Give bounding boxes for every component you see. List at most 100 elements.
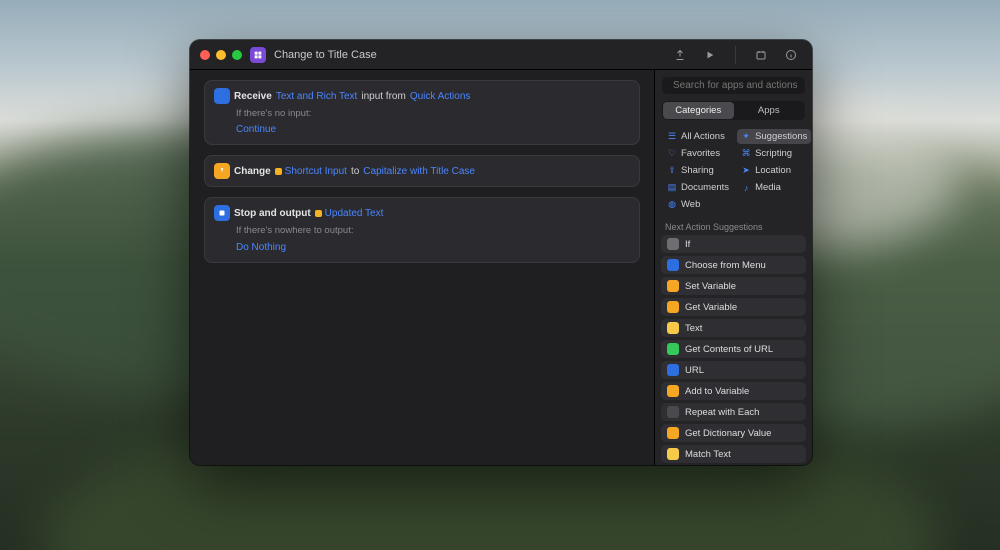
segment-categories[interactable]: Categories — [663, 102, 734, 119]
suggestion-label: Add to Variable — [685, 386, 749, 397]
suggestion-icon — [667, 427, 679, 439]
stop-output-token[interactable]: Updated Text — [315, 206, 384, 221]
suggestion-label: Get Contents of URL — [685, 344, 773, 355]
search-input[interactable] — [673, 80, 805, 91]
category-glyph-icon: ♪ — [741, 183, 751, 193]
suggestion-get-dictionary-value[interactable]: Get Dictionary Value — [661, 424, 806, 442]
toolbar-separator — [735, 46, 736, 64]
suggestion-label: Get Dictionary Value — [685, 428, 771, 439]
suggestion-add-to-variable[interactable]: Add to Variable — [661, 382, 806, 400]
category-glyph-icon: ♡ — [667, 148, 677, 159]
category-media[interactable]: ♪ Media — [737, 180, 811, 195]
category-label: Web — [681, 199, 700, 210]
category-suggestions[interactable]: ✦ Suggestions — [737, 129, 811, 144]
suggestion-icon — [667, 364, 679, 376]
zoom-window-button[interactable] — [232, 50, 242, 60]
suggestion-label: Set Variable — [685, 281, 736, 292]
suggestion-label: Get Variable — [685, 302, 737, 313]
suggestion-icon — [667, 322, 679, 334]
category-grid: ☰ All Actions ✦ Suggestions ♡ Favorites ⌘ Scrip… — [655, 126, 812, 218]
run-button[interactable] — [699, 45, 721, 65]
suggestion-match-text[interactable]: Match Text — [661, 445, 806, 463]
no-input-label: If there's no input: — [236, 107, 630, 121]
action-stop-output[interactable]: Stop and output Updated Text If there's … — [204, 197, 640, 262]
receive-types-token[interactable]: Text and Rich Text — [276, 89, 358, 104]
suggestion-repeat-with-each[interactable]: Repeat with Each — [661, 403, 806, 421]
change-input-token[interactable]: Shortcut Input — [275, 164, 347, 179]
window-title: Change to Title Case — [274, 49, 661, 61]
search-field[interactable] — [662, 77, 805, 94]
suggestion-get-variable[interactable]: Get Variable — [661, 298, 806, 316]
category-label: Documents — [681, 182, 729, 193]
category-label: Favorites — [681, 148, 720, 159]
stop-icon — [214, 205, 230, 221]
category-glyph-icon: ✦ — [741, 131, 751, 142]
category-glyph-icon: ➤ — [741, 165, 751, 176]
category-documents[interactable]: ▤Documents — [663, 180, 733, 195]
shortcuts-editor-window: Change to Title Case Receive Text and Ri… — [190, 40, 812, 465]
window-controls — [200, 50, 242, 60]
suggestion-label: If — [685, 239, 690, 250]
suggestion-choose-from-menu[interactable]: Choose from Menu — [661, 256, 806, 274]
suggestion-label: Repeat with Each — [685, 407, 759, 418]
suggestion-label: Match Text — [685, 449, 731, 460]
suggestion-icon — [667, 448, 679, 460]
receive-source-token[interactable]: Quick Actions — [410, 89, 471, 104]
suggestion-label: Text — [685, 323, 702, 334]
category-label: Location — [755, 165, 791, 176]
category-glyph-icon: ⌘ — [741, 148, 751, 159]
no-output-value[interactable]: Do Nothing — [236, 240, 630, 255]
info-button[interactable] — [780, 45, 802, 65]
category-glyph-icon: ⇪ — [667, 165, 677, 176]
suggestion-icon — [667, 301, 679, 313]
suggestion-icon — [667, 406, 679, 418]
change-mid-text: to — [351, 164, 359, 179]
suggestion-icon — [667, 238, 679, 250]
no-output-label: If there's nowhere to output: — [236, 224, 630, 238]
action-receive-input[interactable]: Receive Text and Rich Text input from Qu… — [204, 80, 640, 145]
share-button[interactable] — [669, 45, 691, 65]
shortcut-app-icon — [250, 47, 266, 63]
category-scripting[interactable]: ⌘ Scripting — [737, 146, 811, 161]
action-library-sidebar: Categories Apps ☰ All Actions ✦ Suggestions… — [654, 70, 812, 465]
suggestion-label: URL — [685, 365, 704, 376]
category-location[interactable]: ➤ Location — [737, 163, 811, 178]
change-verb: Change — [234, 164, 271, 179]
suggestion-icon — [667, 280, 679, 292]
segment-apps[interactable]: Apps — [734, 102, 805, 119]
change-icon — [214, 163, 230, 179]
suggestion-icon — [667, 385, 679, 397]
suggestion-set-variable[interactable]: Set Variable — [661, 277, 806, 295]
category-label: Sharing — [681, 165, 714, 176]
no-input-value[interactable]: Continue — [236, 122, 630, 137]
category-glyph-icon: ☰ — [667, 131, 677, 142]
suggestions-header: Next Action Suggestions — [655, 218, 812, 235]
suggestions-list[interactable]: If Choose from Menu Set Variable Get Variab… — [655, 235, 812, 465]
category-label: Scripting — [755, 148, 792, 159]
category-label: Suggestions — [755, 131, 807, 142]
suggestion-text[interactable]: Text — [661, 319, 806, 337]
library-toggle-button[interactable] — [750, 45, 772, 65]
stop-verb: Stop and output — [234, 206, 311, 221]
library-mode-segmented[interactable]: Categories Apps — [662, 101, 805, 120]
category-web[interactable]: ◍ Web — [663, 197, 733, 212]
suggestion-get-contents-of-url[interactable]: Get Contents of URL — [661, 340, 806, 358]
category-label: All Actions — [681, 131, 725, 142]
workflow-canvas[interactable]: Receive Text and Rich Text input from Qu… — [190, 70, 654, 465]
minimize-window-button[interactable] — [216, 50, 226, 60]
category-favorites[interactable]: ♡ Favorites — [663, 146, 733, 161]
change-transform-token[interactable]: Capitalize with Title Case — [363, 164, 475, 179]
suggestion-icon — [667, 343, 679, 355]
category-all-actions[interactable]: ☰ All Actions — [663, 129, 733, 144]
category-sharing[interactable]: ⇪ Sharing — [663, 163, 733, 178]
close-window-button[interactable] — [200, 50, 210, 60]
action-change-case[interactable]: Change Shortcut Input to Capitalize with… — [204, 155, 640, 187]
receive-icon — [214, 88, 230, 104]
receive-verb: Receive — [234, 89, 272, 104]
category-label: Media — [755, 182, 781, 193]
suggestion-url[interactable]: URL — [661, 361, 806, 379]
suggestion-if[interactable]: If — [661, 235, 806, 253]
category-glyph-icon: ◍ — [667, 199, 677, 210]
receive-mid-text: input from — [361, 89, 405, 104]
titlebar: Change to Title Case — [190, 40, 812, 70]
